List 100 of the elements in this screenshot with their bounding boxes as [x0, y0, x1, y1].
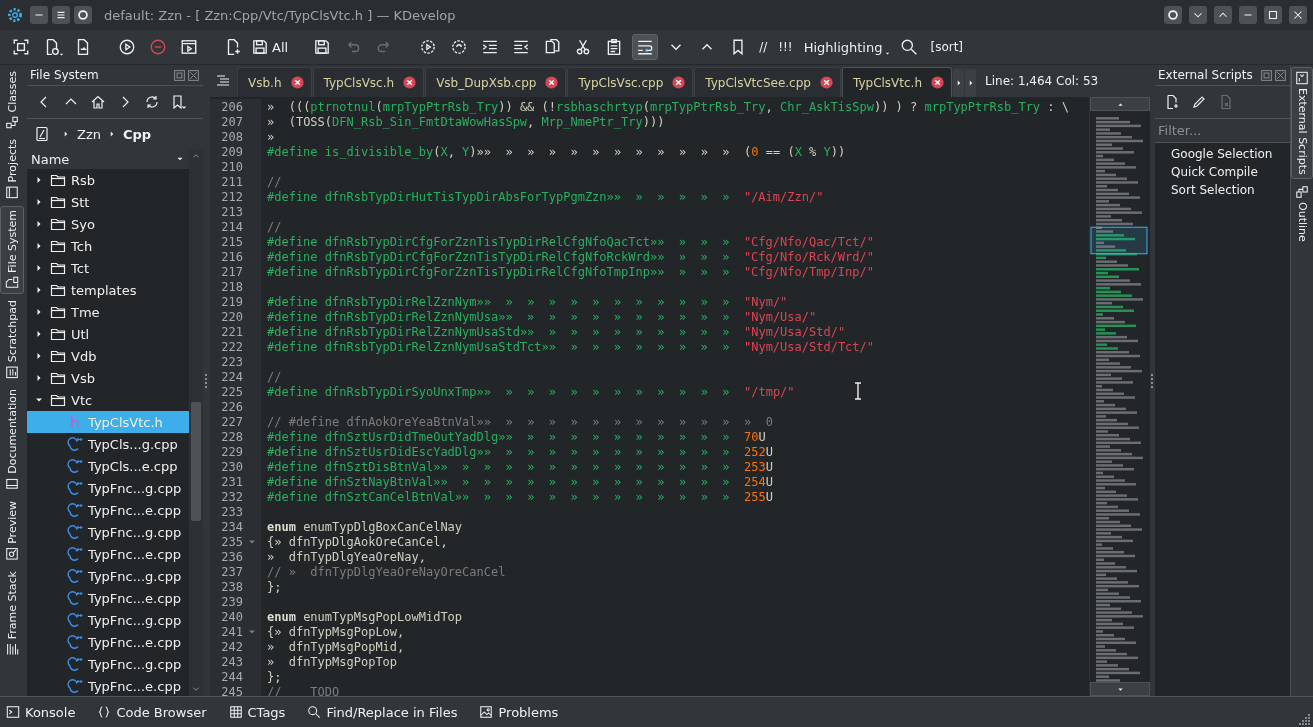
play-icon [118, 38, 136, 56]
file-tree-item[interactable]: TypFnc...g.cpp [27, 477, 189, 499]
word-wrap-button[interactable] [632, 34, 659, 60]
minimize-button[interactable] [1239, 6, 1257, 24]
dock-tab[interactable]: Scratchpad [0, 295, 24, 384]
file-tree-item[interactable]: TypCls...g.cpp [27, 433, 189, 455]
column-header[interactable]: Name [27, 149, 189, 169]
dock-tab[interactable]: Documentation [0, 385, 24, 495]
line-number: 223 [220, 354, 243, 369]
shade-button[interactable] [30, 6, 48, 24]
file-tree-item[interactable]: Stt [27, 191, 189, 213]
preview-icon [5, 546, 19, 561]
file-tree-item[interactable]: TypFnc...g.cpp [27, 653, 189, 675]
keep-below-button[interactable] [1189, 6, 1207, 24]
maximize-button[interactable] [1264, 6, 1282, 24]
line-number: 214 [220, 219, 243, 234]
code-line: #define dfnRsbTypDirRelZznNymUsa»» » » » » » » » » » » "Nym/Usa/" [267, 309, 817, 324]
document-tab[interactable]: TypClsVsc.h [312, 67, 425, 97]
line-number: 212 [220, 189, 243, 204]
comment-button[interactable]: // [756, 34, 771, 60]
close-panel-button[interactable] [187, 68, 200, 82]
source-file-icon [67, 590, 83, 606]
file-tree-item[interactable]: TypFnc...e.cpp [27, 587, 189, 609]
file-tree-item[interactable]: TypFnc...e.cpp [27, 631, 189, 653]
file-tree-item[interactable]: TypFnc...g.cpp [27, 565, 189, 587]
close-panel-button[interactable] [1274, 68, 1287, 82]
menu-button[interactable] [52, 6, 70, 24]
file-tree-item[interactable]: Utl [27, 323, 189, 345]
save-all-button[interactable]: All [251, 34, 292, 60]
code-line: }; [267, 579, 282, 594]
splitter-handle[interactable] [204, 373, 209, 388]
keep-above-button[interactable] [1214, 6, 1232, 24]
highlighting-button[interactable]: Highlighting [800, 34, 886, 60]
float-button[interactable] [1260, 68, 1273, 82]
dock-tab[interactable]: Classes [0, 67, 24, 134]
tool-view-button[interactable]: Problems [479, 704, 559, 720]
pin-button[interactable] [74, 6, 92, 24]
file-tree-item[interactable]: TypFnc...g.cpp [27, 609, 189, 631]
file-tree-item[interactable]: TypFnc...e.cpp [27, 499, 189, 521]
file-tree-item[interactable]: Vdb [27, 345, 189, 367]
line-number: 239 [220, 594, 243, 609]
file-tree-item[interactable]: Tch [27, 235, 189, 257]
gear-play-icon [419, 38, 438, 56]
file-tree-item[interactable]: Syo [27, 213, 189, 235]
file-tree-item[interactable]: templates [27, 279, 189, 301]
scrollbar-thumb[interactable] [191, 401, 201, 522]
alert-button[interactable]: !!! [775, 34, 796, 60]
document-tab[interactable]: TypClsVtc.h [841, 67, 953, 97]
file-tree-item[interactable]: TypCls...e.cpp [27, 455, 189, 477]
list-icon [215, 73, 231, 89]
breadcrumb-item[interactable]: Cpp [122, 126, 152, 142]
dock-tab[interactable]: File System [0, 205, 24, 294]
code-line: enum enumTypDlgBoxCanCelNay [267, 519, 463, 534]
pin-button[interactable] [1164, 6, 1182, 24]
script-item[interactable]: Quick Compile [1155, 165, 1290, 183]
file-tree-item[interactable]: TypFnc...e.cpp [27, 675, 189, 696]
grid-icon [228, 705, 243, 719]
script-item[interactable]: Sort Selection [1155, 183, 1290, 201]
file-tree-item[interactable]: Vsb [27, 367, 189, 389]
script-item[interactable]: Google Selection [1155, 147, 1290, 165]
file-tree-item[interactable]: Tct [27, 257, 189, 279]
document-tab[interactable]: Vsb.h [237, 67, 312, 97]
tool-view-button[interactable]: Find/Replace in Files [307, 704, 458, 720]
line-number: 242 [220, 639, 243, 654]
code-line: // [267, 219, 282, 234]
dock-tab[interactable]: External Scripts [1291, 67, 1313, 179]
tool-view-button[interactable]: Code Browser [97, 704, 207, 720]
close-button[interactable] [1289, 6, 1307, 24]
code-line: #define dfnRsbTypDirSyoUnxTmp»» » » » » » » » » » » » "/tmp/" [267, 384, 795, 399]
file-tree-item[interactable]: TypFnc...g.cpp [27, 521, 189, 543]
folder-icon [50, 238, 66, 254]
frame-icon [12, 38, 30, 56]
float-button[interactable] [173, 68, 186, 82]
breadcrumb-item[interactable]: Zzn [77, 126, 101, 142]
line-number: 215 [220, 234, 243, 249]
dock-tab[interactable]: Projects [0, 135, 24, 204]
file-tree-item[interactable]: Vtc [27, 389, 189, 411]
code-line: // » dfnTypDlgYeaOreNayOreCanCel [267, 564, 506, 579]
document-tab[interactable]: TypClsVsc.cpp [567, 67, 694, 97]
new-document-icon [1164, 94, 1180, 110]
dock-tab[interactable]: Preview [0, 496, 24, 565]
code-line: // TODO [267, 684, 340, 696]
document-tab[interactable]: TypClsVtcSee.cpp [694, 67, 841, 97]
sort-button[interactable]: [sort] [927, 34, 967, 60]
tool-view-button[interactable]: CTags [228, 704, 286, 720]
wrap-lines-icon [636, 38, 655, 56]
folder-icon [50, 392, 66, 408]
line-number: 218 [220, 279, 243, 294]
document-tab[interactable]: Vsb_DupXsb.cpp [425, 67, 567, 97]
file-tree-item[interactable]: Tme [27, 301, 189, 323]
tool-view-button[interactable]: Konsole [6, 704, 76, 720]
dock-tab[interactable]: Frame Stack [0, 566, 24, 660]
file-tree-item[interactable]: Rsb [27, 169, 189, 191]
file-icon [5, 275, 19, 290]
source-file-icon [67, 634, 83, 650]
panel-title: File System [30, 68, 99, 82]
dock-tab[interactable]: Outline [1291, 180, 1313, 246]
file-tree-item[interactable]: TypFnc...e.cpp [27, 543, 189, 565]
search-icon [900, 38, 919, 56]
scrollbar[interactable] [189, 149, 203, 696]
